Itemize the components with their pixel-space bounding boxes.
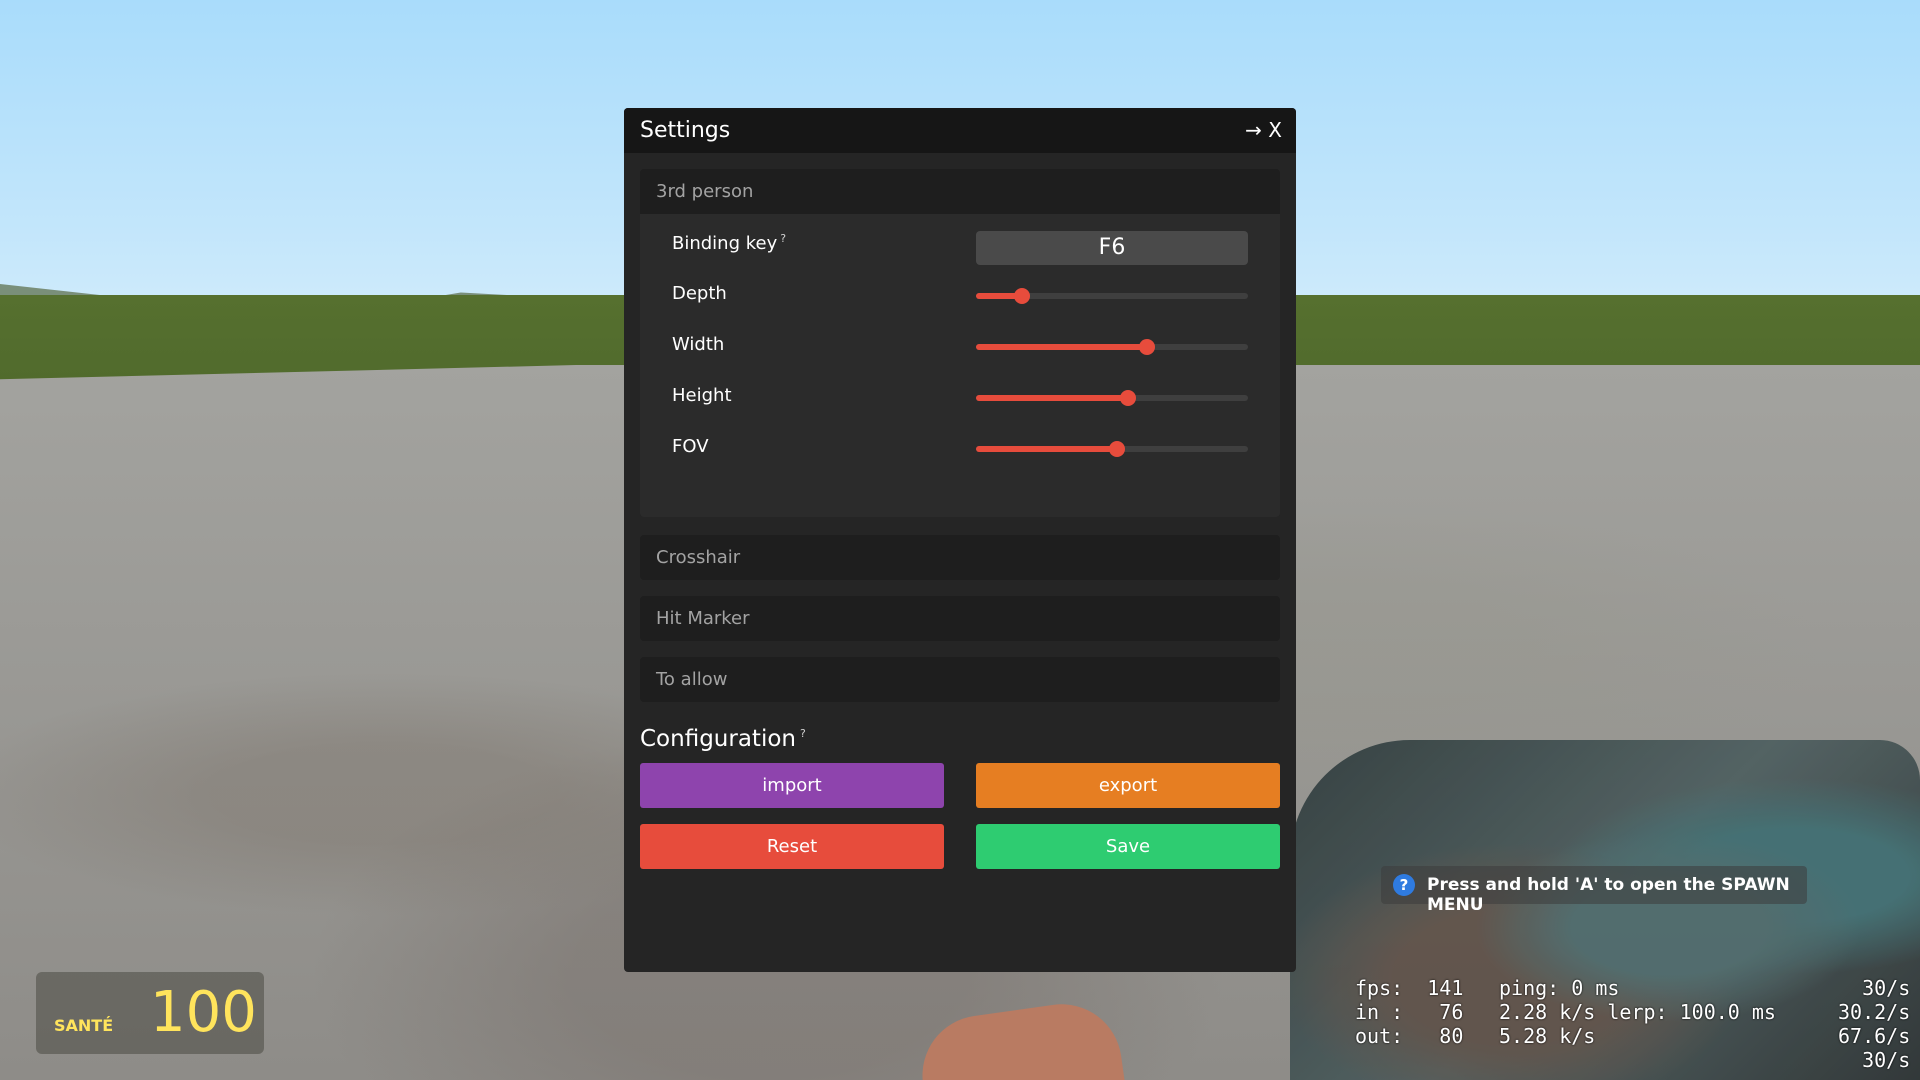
section-hit-marker[interactable]: Hit Marker <box>640 596 1280 641</box>
spawn-menu-hint: ? Press and hold 'A' to open the SPAWN M… <box>1381 866 1807 915</box>
depth-slider[interactable] <box>976 288 1248 304</box>
hint-text: Press and hold 'A' to open the SPAWN MEN… <box>1427 875 1790 915</box>
export-button[interactable]: export <box>976 763 1280 808</box>
height-slider[interactable] <box>976 390 1248 406</box>
netgraph-rate-column: 30/s 30.2/s 67.6/s 30/s <box>1838 976 1911 1072</box>
binding-key-label: Binding key <box>672 233 778 254</box>
reset-button[interactable]: Reset <box>640 824 944 869</box>
section-header-to-allow[interactable]: To allow <box>640 657 1280 702</box>
fov-label: FOV <box>672 436 709 457</box>
close-button[interactable]: → X <box>1245 118 1282 142</box>
height-slider-handle[interactable] <box>1120 390 1137 406</box>
save-button[interactable]: Save <box>976 824 1280 869</box>
health-label: SANTÉ <box>54 1016 114 1035</box>
health-value: 100 <box>150 980 257 1045</box>
window-title: Settings <box>640 118 731 143</box>
depth-slider-handle[interactable] <box>1014 288 1031 304</box>
width-slider-fill <box>976 344 1148 350</box>
width-slider-handle[interactable] <box>1139 339 1156 355</box>
settings-window: Settings → X 3rd person Binding key? F6 … <box>624 108 1296 972</box>
depth-label: Depth <box>672 283 727 304</box>
import-button[interactable]: import <box>640 763 944 808</box>
fov-slider-handle[interactable] <box>1109 441 1126 457</box>
netgraph-ping-column: ping: 0 ms 2.28 k/s lerp: 100.0 ms 5.28 … <box>1499 976 1776 1048</box>
fov-slider[interactable] <box>976 441 1248 457</box>
section-header-hit-marker[interactable]: Hit Marker <box>640 596 1280 641</box>
section-crosshair[interactable]: Crosshair <box>640 535 1280 580</box>
binding-key-button[interactable]: F6 <box>976 231 1248 265</box>
section-header-third-person[interactable]: 3rd person <box>640 169 1280 214</box>
settings-titlebar: Settings → X <box>624 108 1296 153</box>
help-icon[interactable]: ? <box>800 727 806 740</box>
height-label: Height <box>672 385 732 406</box>
section-header-crosshair[interactable]: Crosshair <box>640 535 1280 580</box>
binding-key-label-row: Binding key? <box>672 232 786 254</box>
configuration-title-row: Configuration? <box>640 726 806 752</box>
third-person-body: Binding key? F6 Depth Width Height FOV <box>640 214 1280 517</box>
width-label: Width <box>672 334 725 355</box>
width-slider[interactable] <box>976 339 1248 355</box>
section-to-allow[interactable]: To allow <box>640 657 1280 702</box>
health-panel: SANTÉ 100 <box>36 972 264 1054</box>
height-slider-fill <box>976 395 1129 401</box>
configuration-title: Configuration <box>640 726 796 752</box>
fov-slider-fill <box>976 446 1118 452</box>
netgraph-fps-column: fps: 141 in : 76 out: 80 <box>1355 976 1464 1048</box>
help-icon[interactable]: ? <box>780 232 786 245</box>
section-third-person: 3rd person Binding key? F6 Depth Width H… <box>640 169 1280 517</box>
help-circle-icon: ? <box>1393 874 1415 896</box>
